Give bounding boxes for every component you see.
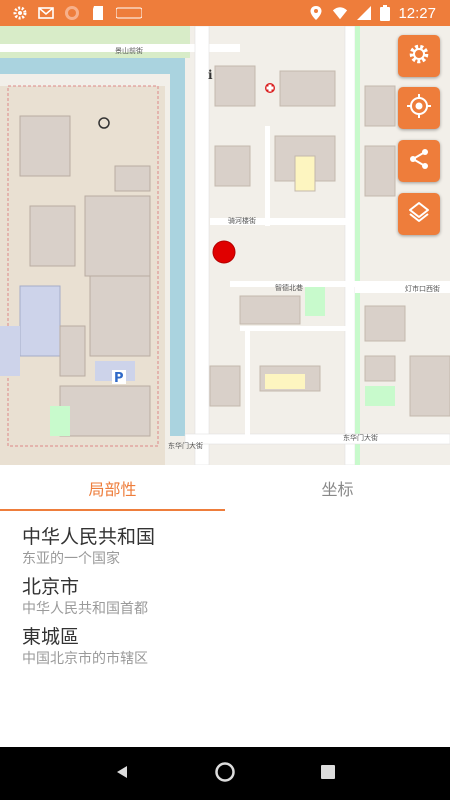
recents-button[interactable] [308,754,348,794]
layers-icon [407,200,431,228]
list-item-title: 東城區 [22,626,80,648]
crosshair-icon [406,93,432,123]
back-button[interactable] [102,754,142,794]
list-item[interactable]: 中华人民共和国 东亚的一个国家 [22,524,422,568]
map-label-mid: 骑河楼街 [228,216,256,225]
tab-coordinates[interactable]: 坐标 [225,465,450,511]
status-time: 12:27 [398,4,436,22]
gear-icon [12,5,28,21]
svg-text:P: P [114,371,124,386]
map-label-bottom-right: 东华门大街 [343,433,378,442]
home-button[interactable] [205,754,245,794]
tab-bar: 局部性 坐标 [0,465,450,511]
back-icon [114,764,130,784]
map-label-right: 灯市口西街 [405,284,440,293]
list-item-subtitle: 东亚的一个国家 [22,551,120,567]
map-label-middle-2: 智德北巷 [275,283,303,292]
home-icon [214,761,236,787]
list-item-title: 中华人民共和国 [22,526,156,548]
status-bar-notifications [0,5,142,21]
map-canvas[interactable]: i P 景山前街 骑河楼街 东华门大街 东华门大街 灯市口西街 智德北巷 [0,26,450,465]
battery-icon [380,5,391,21]
location-marker [212,240,236,264]
locality-list: 中华人民共和国 东亚的一个国家 北京市 中华人民共和国首都 東城區 中国北京市的… [22,524,422,674]
map-view[interactable]: i P 景山前街 骑河楼街 东华门大街 东华门大街 灯市口西街 智德北巷 [0,26,450,465]
circle-app-icon [64,5,80,21]
recents-icon [321,764,336,783]
navigation-bar [0,747,450,800]
map-label-top: 景山前街 [115,46,143,55]
tab-locality[interactable]: 局部性 [0,465,225,511]
status-bar-system: 12:27 [308,5,450,22]
signal-icon [356,5,372,21]
sd-card-icon [90,5,106,21]
gmail-icon [38,5,54,21]
info-icon: i [208,68,213,82]
share-icon [407,147,431,175]
list-item[interactable]: 北京市 中华人民共和国首都 [22,574,422,618]
app-icon [116,5,142,21]
list-item-subtitle: 中国北京市的市辖区 [22,651,148,667]
wifi-icon [332,5,348,21]
map-label-bottom-left: 东华门大街 [168,441,203,450]
share-button[interactable] [398,140,440,182]
list-item-title: 北京市 [22,576,80,598]
gear-icon [407,42,431,70]
layers-button[interactable] [398,193,440,235]
location-icon [308,5,324,21]
settings-button[interactable] [398,35,440,77]
list-item-subtitle: 中华人民共和国首都 [22,601,148,617]
locate-button[interactable] [398,87,440,129]
status-bar: 12:27 [0,0,450,26]
list-item[interactable]: 東城區 中国北京市的市辖区 [22,624,422,668]
